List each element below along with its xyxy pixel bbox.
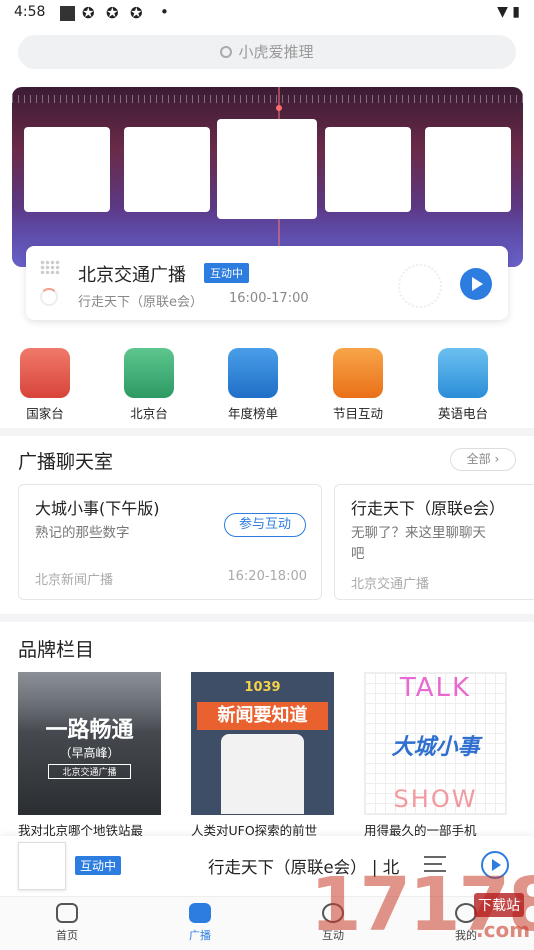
mini-player-cover[interactable] [18, 842, 66, 890]
interactive-badge: 互动中 [204, 263, 249, 283]
status-bar: 4:58 ✪ ✪ ✪ • ▼ ▮ [0, 0, 534, 28]
station-carousel-banner[interactable] [12, 87, 523, 267]
cover-bottom-text: SHOW [393, 785, 478, 813]
category-national[interactable]: 国家台 [0, 348, 90, 422]
chat-room-title: 大城小事(下午版) [35, 499, 160, 518]
loading-icon [40, 288, 58, 306]
tab-label: 广播 [189, 929, 211, 942]
app-notification-icon: ✪ [130, 4, 143, 22]
app-notification-icon: ✪ [82, 4, 95, 22]
cover-frequency: 1039 [244, 680, 281, 695]
chat-section-title: 广播聊天室 [18, 451, 114, 473]
chat-room-desc: 熟记的那些数字 [35, 525, 130, 541]
home-icon [56, 903, 78, 923]
wifi-battery-icon: ▼ ▮ [497, 4, 520, 20]
chat-room-source: 北京交通广播 [351, 577, 430, 592]
status-time: 4:58 [14, 4, 46, 20]
station-card[interactable] [24, 127, 110, 212]
play-button[interactable] [460, 268, 492, 300]
watermark-suffix: .com [476, 918, 531, 942]
interactive-badge: 互动中 [75, 856, 122, 875]
program-time: 16:00-17:00 [229, 291, 309, 306]
watermark-tag: 下载站 [474, 893, 524, 917]
map-pin-icon [124, 348, 174, 398]
cover-station: 北京交通广播 [48, 764, 131, 779]
search-bar[interactable]: 小虎爱推理 [18, 35, 516, 69]
brand-cover-yilu[interactable]: 一路畅通 （早高峰） 北京交通广播 [18, 672, 161, 815]
category-label: 年度榜单 [227, 406, 278, 421]
program-name: 行走天下（原联e会） [78, 295, 203, 310]
brand-section-title: 品牌栏目 [18, 639, 95, 661]
tab-home[interactable]: 首页 [27, 903, 107, 943]
brand-cover-news[interactable]: 1039 新闻要知道 [191, 672, 334, 815]
category-label: 北京台 [130, 406, 168, 421]
cartoon-hosts-illustration [221, 734, 304, 814]
join-interaction-button[interactable]: 参与互动 [224, 513, 306, 537]
category-beijing[interactable]: 北京台 [104, 348, 194, 422]
category-annual-chart[interactable]: 年度榜单 [208, 348, 298, 422]
cover-title: 新闻要知道 [197, 702, 328, 730]
search-placeholder: 小虎爱推理 [238, 43, 314, 61]
station-card-selected[interactable] [217, 119, 317, 219]
headphones-icon [228, 348, 278, 398]
station-card[interactable] [425, 127, 511, 212]
chat-room-desc-line: 吧 [351, 546, 365, 562]
view-all-button[interactable]: 全部 › [450, 448, 516, 471]
dial-indicator [276, 105, 282, 111]
station-name: 北京交通广播 [78, 265, 186, 286]
category-row: 国家台 北京台 年度榜单 节目互动 英语电台 [0, 348, 534, 423]
category-label: 英语电台 [437, 406, 488, 421]
chat-room-time: 16:20-18:00 [227, 569, 307, 584]
brand-cover-talkshow[interactable]: TALK 大城小事 SHOW [364, 672, 507, 815]
flame-icon [333, 348, 383, 398]
category-label: 国家台 [26, 406, 64, 421]
chat-aa-icon [438, 348, 488, 398]
tab-label: 首页 [56, 929, 78, 942]
category-english-radio[interactable]: 英语电台 [418, 348, 508, 422]
app-notification-icon: ✪ [106, 4, 119, 22]
chat-room-card[interactable]: 大城小事(下午版) 熟记的那些数字 参与互动 北京新闻广播 16:20-18:0… [18, 484, 322, 600]
category-program-interaction[interactable]: 节目互动 [313, 348, 403, 422]
station-card[interactable] [325, 127, 411, 212]
chat-room-title: 行走天下（原联e会） [351, 499, 505, 518]
drag-grip-icon [40, 260, 60, 274]
dial-ticks [12, 95, 523, 103]
chat-room-source: 北京新闻广播 [35, 573, 114, 588]
notification-icon [60, 6, 75, 21]
search-icon [220, 46, 233, 58]
view-all-label: 全部 [466, 452, 491, 466]
tab-radio[interactable]: 广播 [160, 903, 240, 943]
cover-subtitle: （早高峰） [59, 746, 120, 760]
category-label: 节目互动 [332, 406, 383, 421]
chat-room-card[interactable]: 行走天下（原联e会） 无聊了？来这里聊聊天 吧 北京交通广播 [334, 484, 534, 600]
section-divider [0, 614, 534, 622]
section-divider [0, 428, 534, 436]
radio-icon [189, 903, 211, 923]
radar-decoration [398, 264, 442, 308]
now-playing-card[interactable]: 北京交通广播 互动中 行走天下（原联e会） 16:00-17:00 [26, 246, 508, 320]
tiananmen-icon [20, 348, 70, 398]
chat-room-desc: 无聊了？来这里聊聊天 吧 [351, 523, 486, 565]
chat-room-desc-line: 无聊了？来这里聊聊天 [351, 525, 486, 541]
cover-top-text: TALK [399, 673, 472, 703]
station-card[interactable] [124, 127, 210, 212]
more-notifications-dot: • [160, 3, 169, 21]
cover-title: 一路畅通 [45, 718, 134, 743]
cover-title: 大城小事 [391, 735, 480, 760]
